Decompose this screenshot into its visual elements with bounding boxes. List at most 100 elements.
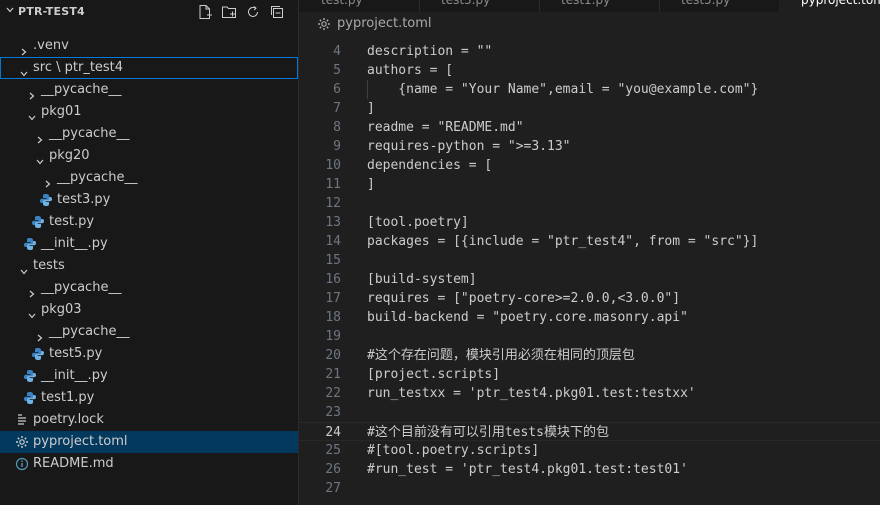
line-number: 12 — [325, 196, 341, 211]
line-number: 5 — [333, 63, 341, 78]
code-text: requires-python = ">=3.13" — [367, 139, 571, 154]
python-file-icon — [23, 237, 37, 251]
line-number: 10 — [325, 158, 341, 173]
collapse-all-icon[interactable] — [268, 3, 286, 21]
tree-item-label: __pycache__ — [49, 126, 130, 141]
line-number: 24 — [325, 425, 341, 440]
tree-item-label: __init__.py — [41, 368, 108, 383]
python-file-icon — [39, 193, 53, 207]
line-number: 18 — [325, 310, 341, 325]
chevron-right-icon[interactable] — [28, 284, 36, 298]
tree-item-src-ptr-test4[interactable]: src \ ptr_test4 — [0, 57, 298, 79]
tree-item-label: src \ ptr_test4 — [33, 60, 124, 75]
tree-item-pycache[interactable]: __pycache__ — [0, 277, 298, 299]
line-number: 15 — [325, 253, 341, 268]
code-text: readme = "README.md" — [367, 120, 524, 135]
code-line: 26 #run_test = 'ptr_test4.pkg01.test:test… — [299, 460, 880, 479]
refresh-icon[interactable] — [244, 3, 262, 21]
tree-item-pkg01[interactable]: pkg01 — [0, 101, 298, 123]
chevron-down-icon[interactable] — [20, 64, 28, 77]
explorer-header[interactable]: PTR-TEST4 — [0, 0, 298, 24]
code-line: 9 requires-python = ">=3.13" — [299, 137, 880, 156]
tree-item-readme-md[interactable]: README.md — [0, 453, 298, 475]
code-text: packages = [{include = "ptr_test4", from… — [367, 234, 759, 249]
tree-item-label: __pycache__ — [57, 170, 138, 185]
tree-item-pycache[interactable]: __pycache__ — [0, 123, 298, 145]
tree-item-test3-py[interactable]: test3.py — [0, 189, 298, 211]
breadcrumb[interactable]: pyproject.toml — [299, 12, 880, 36]
chevron-down-icon[interactable] — [28, 306, 36, 319]
python-file-icon — [23, 391, 37, 405]
line-number: 21 — [325, 367, 341, 382]
lock-file-icon — [15, 413, 29, 427]
line-number: 19 — [325, 329, 341, 344]
chevron-down-icon[interactable] — [6, 6, 14, 14]
line-number: 22 — [325, 386, 341, 401]
line-number: 7 — [333, 101, 341, 116]
tree-item-pycache[interactable]: __pycache__ — [0, 79, 298, 101]
tab-test1-py[interactable]: test1.py — [539, 0, 660, 12]
tree-item-pkg03[interactable]: pkg03 — [0, 299, 298, 321]
new-file-icon[interactable] — [196, 3, 214, 21]
tree-item-pyproject-toml[interactable]: pyproject.toml — [0, 431, 298, 453]
line-number: 17 — [325, 291, 341, 306]
tab-test3-py[interactable]: test3.py — [419, 0, 540, 12]
tree-item-pycache[interactable]: __pycache__ — [0, 167, 298, 189]
tree-item-label: __pycache__ — [41, 82, 122, 97]
breadcrumb-file: pyproject.toml — [337, 16, 432, 31]
tree-item-venv[interactable]: .venv — [0, 35, 298, 57]
code-editor[interactable]: version = "0.1.0"4description = ""5autho… — [299, 36, 880, 505]
tree-item-label: test.py — [49, 214, 95, 229]
code-text: description = "" — [367, 44, 493, 59]
code-line: 4 description = "" — [299, 42, 880, 61]
info-icon — [15, 457, 29, 471]
tab-test-py[interactable]: test.py — [299, 0, 420, 12]
chevron-down-icon[interactable] — [20, 262, 28, 275]
code-line: 20 #这个存在问题，模块引用必须在相同的顶层包 — [299, 346, 880, 365]
code-line: 22 run_testxx = 'ptr_test4.pkg01.test:tes… — [299, 384, 880, 403]
tab-label: test1.py — [561, 0, 611, 7]
chevron-down-icon[interactable] — [28, 108, 36, 121]
line-number: 6 — [333, 82, 341, 97]
code-text: build-backend = "poetry.core.masonry.api… — [367, 310, 688, 325]
code-text: #这个目前没有可以引用tests模块下的包 — [367, 425, 609, 440]
chevron-right-icon[interactable] — [36, 130, 44, 144]
chevron-right-icon[interactable] — [44, 174, 52, 188]
tree-item-label: poetry.lock — [33, 412, 104, 427]
tree-item-label: __pycache__ — [41, 280, 122, 295]
code-line: 16 [build-system] — [299, 270, 880, 289]
chevron-right-icon[interactable] — [36, 328, 44, 342]
tree-item-test5-py[interactable]: test5.py — [0, 343, 298, 365]
code-line: 17 requires = ["poetry-core>=2.0.0,<3.0.0… — [299, 289, 880, 308]
code-text: ] — [367, 101, 375, 116]
tree-item-tests[interactable]: tests — [0, 255, 298, 277]
code-line: 6 {name = "Your Name",email = "you@examp… — [299, 80, 880, 99]
code-text: #这个存在问题，模块引用必须在相同的顶层包 — [367, 348, 635, 363]
tree-item-init-py[interactable]: __init__.py — [0, 365, 298, 387]
tab-label: test.py — [321, 0, 363, 7]
code-line: 7] — [299, 99, 880, 118]
line-number: 9 — [333, 139, 341, 154]
code-text: ] — [367, 177, 375, 192]
tree-item-label: test1.py — [41, 390, 95, 405]
tree-item-poetry-lock[interactable]: poetry.lock — [0, 409, 298, 431]
tree-item-pkg20[interactable]: pkg20 — [0, 145, 298, 167]
tree-item-test-py[interactable]: test.py — [0, 211, 298, 233]
code-text: [tool.poetry] — [367, 215, 469, 230]
tree-item-label: test3.py — [57, 192, 111, 207]
tree-item-pycache[interactable]: __pycache__ — [0, 321, 298, 343]
tab-pyproject-toml[interactable]: pyproject.toml — [779, 0, 880, 12]
tree-item-label: .venv — [33, 38, 69, 53]
chevron-down-icon[interactable] — [36, 152, 44, 165]
chevron-right-icon[interactable] — [28, 86, 36, 100]
code-text: #[tool.poetry.scripts] — [367, 443, 540, 458]
tree-item-init-py[interactable]: __init__.py — [0, 233, 298, 255]
code-text: requires = ["poetry-core>=2.0.0,<3.0.0"] — [367, 291, 681, 306]
line-number: 16 — [325, 272, 341, 287]
chevron-right-icon[interactable] — [20, 42, 28, 56]
new-folder-icon[interactable] — [220, 3, 238, 21]
code-text: #run_test = 'ptr_test4.pkg01.test:test01… — [367, 462, 688, 477]
line-number: 26 — [325, 462, 341, 477]
tree-item-test1-py[interactable]: test1.py — [0, 387, 298, 409]
tab-test5-py[interactable]: test5.py — [659, 0, 780, 12]
